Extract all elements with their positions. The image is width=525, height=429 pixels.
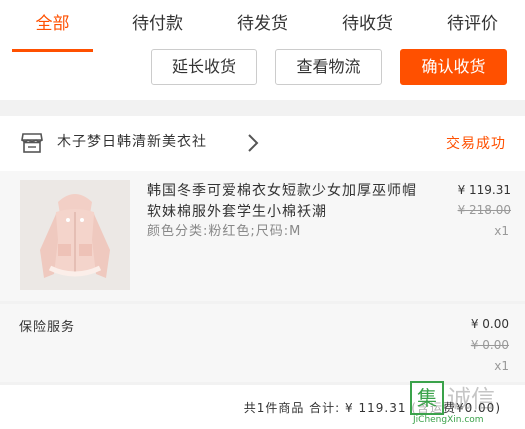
tab-pending-receipt[interactable]: 待收货 xyxy=(315,0,420,52)
tab-pending-review[interactable]: 待评价 xyxy=(420,0,525,52)
product-original-price: ¥ 218.00 xyxy=(457,203,511,217)
service-price: ¥ 0.00 xyxy=(470,317,509,331)
product-quantity: x1 xyxy=(494,224,509,238)
tab-all[interactable]: 全部 xyxy=(0,0,105,52)
shop-header[interactable]: 木子梦日韩清新美衣社 交易成功 xyxy=(0,116,525,172)
tab-pending-payment[interactable]: 待付款 xyxy=(105,0,210,52)
site-watermark: 集 诚信 JiChengXin.com xyxy=(405,377,525,429)
service-original-price: ¥ 0.00 xyxy=(470,338,509,352)
view-logistics-button[interactable]: 查看物流 xyxy=(275,49,382,85)
insurance-service: 保险服务 ¥ 0.00 ¥ 0.00 x1 xyxy=(0,304,525,382)
watermark-logo: 集 xyxy=(410,381,444,415)
order-actions: 延长收货 查看物流 确认收货 xyxy=(0,49,525,100)
product-sku: 颜色分类:粉红色;尺码:M xyxy=(147,224,302,239)
order-item[interactable]: 韩国冬季可爱棉衣女短款少女加厚巫师帽软妹棉服外套学生小棉袄潮 颜色分类:粉红色;… xyxy=(0,171,525,301)
watermark-url: JiChengXin.com xyxy=(413,415,484,425)
product-thumbnail[interactable] xyxy=(20,180,130,290)
shop-name[interactable]: 木子梦日韩清新美衣社 xyxy=(57,131,207,151)
service-quantity: x1 xyxy=(494,359,509,373)
shop-icon xyxy=(21,133,43,153)
extend-receipt-button[interactable]: 延长收货 xyxy=(151,49,257,85)
service-label: 保险服务 xyxy=(19,320,76,335)
order-status: 交易成功 xyxy=(446,136,506,152)
order-tabs: 全部 待付款 待发货 待收货 待评价 xyxy=(0,0,525,52)
watermark-text: 诚信 xyxy=(447,385,495,413)
tab-pending-shipment[interactable]: 待发货 xyxy=(210,0,315,52)
product-title[interactable]: 韩国冬季可爱棉衣女短款少女加厚巫师帽软妹棉服外套学生小棉袄潮 xyxy=(147,181,417,223)
chevron-right-icon[interactable] xyxy=(246,132,260,154)
confirm-receipt-button[interactable]: 确认收货 xyxy=(400,49,507,85)
product-price: ¥ 119.31 xyxy=(457,183,511,197)
